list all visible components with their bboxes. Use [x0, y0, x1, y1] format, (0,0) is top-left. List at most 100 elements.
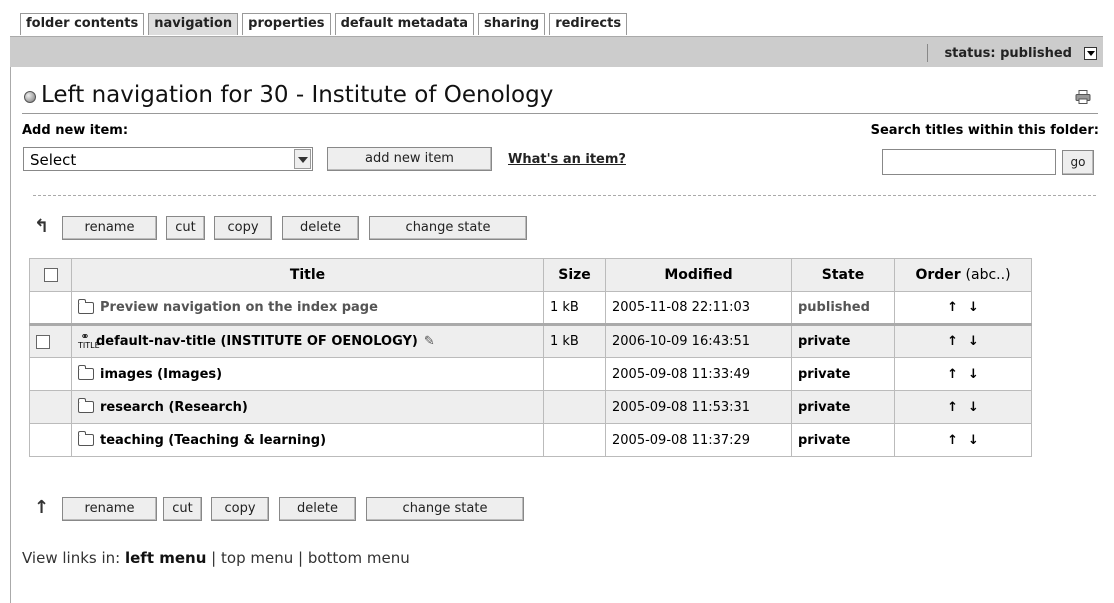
delete-button[interactable]: delete [279, 497, 356, 521]
table-row: teaching (Teaching & learning) 2005-09-0… [29, 423, 1032, 457]
table-row: ⚭ TITLEdefault-nav-title (INSTITUTE OF OE… [29, 323, 1032, 358]
move-up-icon[interactable]: ↑ [947, 367, 958, 382]
size-cell [543, 423, 606, 457]
modified-cell: 2005-09-08 11:53:31 [605, 390, 792, 424]
cut-button[interactable]: cut [163, 497, 202, 521]
chevron-down-icon[interactable] [1084, 46, 1097, 60]
size-cell: 1 kB [543, 323, 606, 358]
move-down-icon[interactable]: ↓ [968, 433, 979, 448]
link-separator: | [211, 549, 217, 567]
folder-icon [78, 431, 94, 446]
add-new-item-button[interactable]: add new item [327, 147, 492, 171]
move-up-icon[interactable]: ↑ [947, 334, 958, 349]
search-label: Search titles within this folder: [870, 123, 1099, 138]
title-cell: images (Images) [71, 357, 544, 391]
folder-icon [78, 298, 94, 314]
tab-default-metadata[interactable]: default metadata [334, 13, 474, 35]
state-header[interactable]: State [791, 258, 895, 292]
move-down-icon[interactable]: ↓ [968, 300, 979, 315]
select-value: Select [30, 151, 77, 169]
checkbox-cell [29, 291, 72, 325]
view-links-label: View links in: [22, 549, 121, 567]
title-cell: Preview navigation on the index page [71, 291, 544, 325]
tab-sharing[interactable]: sharing [477, 13, 546, 35]
whats-an-item-link[interactable]: What's an item? [508, 152, 626, 167]
rename-button[interactable]: rename [62, 216, 157, 240]
select-all-checkbox[interactable] [43, 268, 58, 282]
move-up-icon[interactable]: ↑ [947, 433, 958, 448]
up-arrow-icon: ↑ [34, 497, 50, 518]
add-item-label: Add new item: [22, 123, 129, 138]
tab-navigation[interactable]: navigation [148, 13, 239, 35]
folder-icon [78, 365, 94, 380]
status-bar: status: published [10, 36, 1103, 67]
modified-cell: 2005-11-08 22:11:03 [605, 291, 792, 325]
table-row: research (Research) 2005-09-08 11:53:31 … [29, 390, 1032, 424]
order-abc-link[interactable]: (abc..) [966, 267, 1011, 283]
bottom-menu-link[interactable]: bottom menu [308, 549, 410, 567]
title-cell: teaching (Teaching & learning) [71, 423, 544, 457]
item-title-link[interactable]: default-nav-title (INSTITUTE OF OENOLOGY… [96, 334, 418, 349]
search-input[interactable] [882, 149, 1056, 175]
title-header[interactable]: Title [71, 258, 544, 292]
state-cell: published [791, 291, 895, 325]
checkbox-cell [29, 323, 72, 358]
left-menu-link[interactable]: left menu [125, 549, 206, 567]
move-down-icon[interactable]: ↓ [968, 334, 979, 349]
rename-button[interactable]: rename [62, 497, 157, 521]
contents-table: Title Size Modified State Order (abc..) … [29, 258, 1032, 457]
item-title-link[interactable]: Preview navigation on the index page [100, 300, 378, 315]
order-label: Order [915, 267, 961, 283]
copy-button[interactable]: copy [214, 216, 272, 240]
heading-divider [22, 113, 1098, 114]
modified-cell: 2005-09-08 11:33:49 [605, 357, 792, 391]
delete-button[interactable]: delete [282, 216, 359, 240]
section-divider [33, 195, 1096, 196]
status-divider [927, 44, 929, 62]
order-header: Order (abc..) [894, 258, 1032, 292]
item-title-link[interactable]: teaching (Teaching & learning) [100, 433, 326, 448]
table-row: images (Images) 2005-09-08 11:33:49 priv… [29, 357, 1032, 391]
select-all-header [29, 258, 72, 292]
copy-button[interactable]: copy [211, 497, 269, 521]
size-cell: 1 kB [543, 291, 606, 325]
change-state-button[interactable]: change state [366, 497, 524, 521]
row-checkbox[interactable] [36, 334, 50, 349]
move-up-icon[interactable]: ↑ [947, 400, 958, 415]
view-links: View links in: left menu | top menu | bo… [22, 549, 410, 567]
tab-redirects[interactable]: redirects [549, 13, 628, 35]
checkbox-cell [29, 390, 72, 424]
item-title-link[interactable]: research (Research) [100, 400, 248, 415]
status-menu[interactable]: status: published [927, 44, 1097, 62]
move-up-icon[interactable]: ↑ [947, 300, 958, 315]
modified-header[interactable]: Modified [605, 258, 792, 292]
cut-button[interactable]: cut [166, 216, 205, 240]
title-cell: research (Research) [71, 390, 544, 424]
change-state-button[interactable]: change state [369, 216, 527, 240]
order-cell: ↑ ↓ [894, 291, 1032, 325]
state-cell: private [791, 390, 895, 424]
pencil-icon[interactable]: ✎ [424, 334, 435, 349]
go-button[interactable]: go [1062, 150, 1094, 175]
size-header[interactable]: Size [543, 258, 606, 292]
order-cell: ↑ ↓ [894, 423, 1032, 457]
checkbox-cell [29, 423, 72, 457]
size-cell [543, 390, 606, 424]
print-icon[interactable] [1075, 90, 1091, 104]
move-down-icon[interactable]: ↓ [968, 400, 979, 415]
modified-cell: 2005-09-08 11:37:29 [605, 423, 792, 457]
order-cell: ↑ ↓ [894, 357, 1032, 391]
tab-folder-contents[interactable]: folder contents [20, 13, 145, 35]
link-separator: | [298, 549, 304, 567]
table-row: Preview navigation on the index page 1 k… [29, 291, 1032, 325]
chevron-down-icon[interactable] [294, 149, 311, 169]
checkbox-cell [29, 357, 72, 391]
order-cell: ↑ ↓ [894, 390, 1032, 424]
item-title-link[interactable]: images (Images) [100, 367, 222, 382]
table-header: Title Size Modified State Order (abc..) [29, 258, 1032, 292]
tab-properties[interactable]: properties [242, 13, 331, 35]
move-down-icon[interactable]: ↓ [968, 367, 979, 382]
add-item-select[interactable]: Select [23, 147, 313, 171]
top-menu-link[interactable]: top menu [221, 549, 293, 567]
globe-icon [24, 91, 36, 103]
